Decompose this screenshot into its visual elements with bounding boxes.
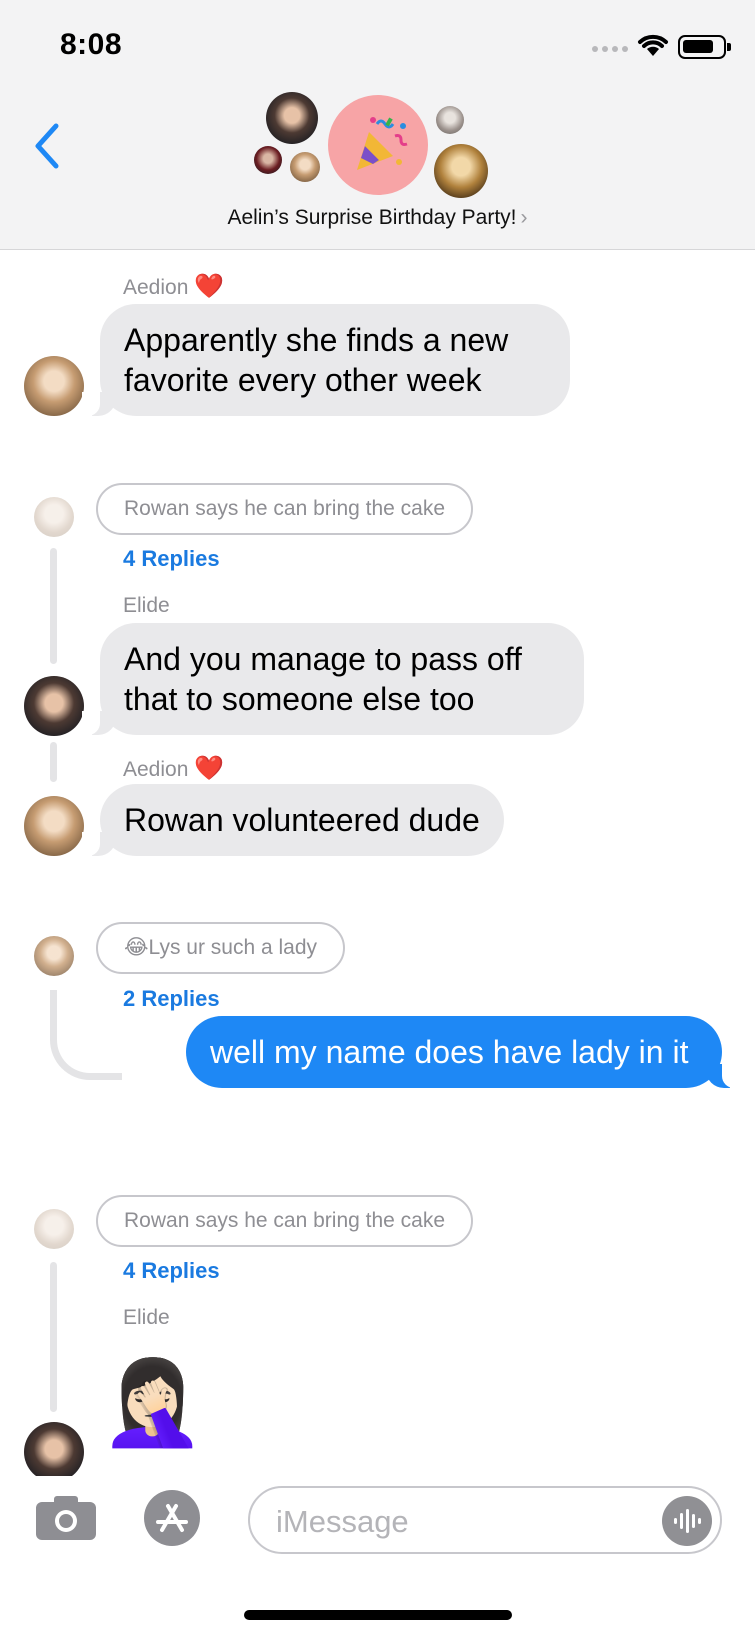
- avatar: [34, 497, 74, 537]
- group-name[interactable]: Aelin’s Surprise Birthday Party! ›: [0, 206, 755, 230]
- sender-name: Elide: [123, 1306, 170, 1330]
- group-member-avatar: [434, 144, 488, 198]
- camera-icon[interactable]: [34, 1494, 98, 1542]
- quote-text: Rowan says he can bring the cake: [124, 497, 446, 520]
- replies-link[interactable]: 2 Replies: [123, 986, 220, 1012]
- avatar[interactable]: [24, 356, 84, 416]
- group-member-avatar: [290, 152, 320, 182]
- replies-link[interactable]: 4 Replies: [123, 546, 220, 572]
- status-time: 8:08: [60, 28, 123, 61]
- sender-name-text: Elide: [123, 594, 170, 617]
- reply-quote[interactable]: 😂Lys ur such a lady: [96, 922, 346, 974]
- thread-line: [50, 548, 57, 664]
- reply-quote[interactable]: Rowan says he can bring the cake: [96, 1195, 474, 1247]
- audio-waveform-icon[interactable]: [662, 1496, 712, 1546]
- group-member-avatar: [266, 92, 318, 144]
- message-text: And you manage to pass off that to someo…: [124, 641, 522, 717]
- laughing-emoji-icon: 😂: [124, 936, 149, 959]
- message-input[interactable]: iMessage: [248, 1486, 722, 1554]
- chevron-right-icon: ›: [520, 206, 528, 229]
- thread-line: [50, 990, 122, 1080]
- reply-quote[interactable]: Rowan says he can bring the cake: [96, 483, 474, 535]
- avatar: [34, 936, 74, 976]
- thread-line: [50, 1262, 57, 1412]
- app-store-icon[interactable]: [142, 1488, 212, 1548]
- sender-name: Aedion ❤️: [123, 272, 224, 301]
- conversation-header: 8:08 Aelin’s Surprise Birthday Party! ›: [0, 0, 755, 250]
- sender-name: Aedion ❤️: [123, 754, 224, 783]
- party-popper-icon[interactable]: [328, 95, 428, 195]
- message-bubble[interactable]: Rowan volunteered dude: [82, 784, 504, 856]
- wifi-icon: [638, 34, 668, 56]
- message-bubble[interactable]: Apparently she finds a new favorite ever…: [82, 304, 570, 416]
- quote-text: Rowan says he can bring the cake: [124, 1209, 446, 1232]
- message-text: Apparently she finds a new favorite ever…: [124, 322, 509, 398]
- cellular-signal-icon: [592, 46, 628, 52]
- sender-name-text: Aedion: [123, 758, 189, 781]
- avatar: [34, 1209, 74, 1249]
- group-member-avatar: [254, 146, 282, 174]
- message-input-placeholder: iMessage: [276, 1504, 409, 1539]
- group-name-text: Aelin’s Surprise Birthday Party!: [227, 206, 517, 229]
- quote-text: Lys ur such a lady: [148, 936, 318, 959]
- thread-line: [50, 742, 57, 782]
- message-bubble[interactable]: well my name does have lady in it: [186, 1016, 740, 1088]
- avatar[interactable]: [24, 1422, 84, 1482]
- message-bubble[interactable]: And you manage to pass off that to someo…: [82, 623, 584, 735]
- avatar[interactable]: [24, 676, 84, 736]
- battery-icon: [678, 35, 731, 59]
- avatar[interactable]: [24, 796, 84, 856]
- home-indicator[interactable]: [244, 1610, 512, 1620]
- message-text: well my name does have lady in it: [210, 1034, 689, 1070]
- group-member-avatar: [436, 106, 464, 134]
- replies-link[interactable]: 4 Replies: [123, 1258, 220, 1284]
- heart-icon: ❤️: [194, 755, 225, 782]
- sender-name-text: Elide: [123, 1306, 170, 1329]
- heart-icon: ❤️: [194, 273, 225, 300]
- message-text: Rowan volunteered dude: [124, 802, 480, 838]
- facepalm-emoji-message[interactable]: 🤦🏻‍♀️: [100, 1352, 205, 1452]
- sender-name-text: Aedion: [123, 276, 189, 299]
- back-button[interactable]: [30, 120, 66, 172]
- sender-name: Elide: [123, 594, 170, 618]
